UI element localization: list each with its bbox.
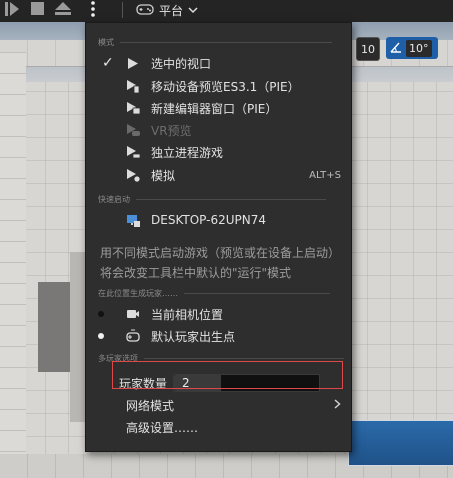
section-multiplayer-label: 多玩家选项	[98, 354, 138, 363]
shortcut-label: ALT+S	[309, 169, 341, 181]
stop-icon	[30, 2, 44, 18]
section-header-mode: 模式	[98, 37, 332, 48]
play-mode-description: 用不同模式启动游戏（预览或在设备上启动）将会改变工具栏中默认的"运行"模式	[100, 246, 341, 280]
platform-label: 平台	[159, 3, 184, 18]
eject-icon	[55, 1, 71, 19]
more-vertical-icon	[91, 0, 95, 20]
grid-snap-value[interactable]: 10	[356, 37, 380, 61]
menu-item-spawn-camera[interactable]: 当前相机位置	[86, 303, 351, 325]
section-spawn-label: 在此位置生成玩家……	[98, 289, 178, 298]
menu-item-label: 当前相机位置	[151, 307, 224, 322]
viewport-blue-block	[348, 420, 453, 466]
menu-item-device-desktop[interactable]: DESKTOP-62UPN74	[86, 209, 351, 231]
monitor-icon	[126, 213, 140, 227]
menu-item-label: 默认玩家出生点	[151, 329, 236, 344]
player-start-icon	[126, 329, 140, 343]
eject-button[interactable]	[52, 0, 74, 20]
main-toolbar: 平台	[0, 0, 453, 22]
play-button[interactable]	[0, 0, 24, 20]
section-divider	[184, 293, 330, 294]
menu-item-spawn-player-start[interactable]: 默认玩家出生点	[86, 325, 351, 347]
section-divider	[144, 358, 344, 359]
player-count-row: 玩家数量 2	[119, 373, 337, 393]
chevron-right-icon	[334, 398, 341, 413]
standalone-game-icon	[126, 145, 140, 159]
vr-icon	[126, 123, 140, 137]
stop-button[interactable]	[28, 0, 46, 20]
chevron-down-icon	[188, 3, 198, 17]
menu-item-mobile-preview[interactable]: 移动设备预览ES3.1（PIE）	[86, 75, 351, 97]
angle-icon	[390, 41, 402, 56]
grid-snap-value-text: 10	[361, 42, 375, 56]
menu-item-network-mode[interactable]: 网络模式	[86, 394, 351, 416]
menu-item-label: 选中的视口	[151, 56, 212, 71]
viewport-wall-left	[0, 52, 26, 472]
menu-item-new-editor-window[interactable]: 新建编辑器窗口（PIE）	[86, 97, 351, 119]
player-count-label: 玩家数量	[119, 376, 168, 391]
section-divider	[136, 199, 326, 200]
new-window-icon	[126, 101, 140, 115]
menu-item-label: 高级设置……	[126, 420, 199, 435]
simulate-icon	[126, 168, 140, 182]
platform-button[interactable]: 平台	[136, 0, 206, 20]
mobile-preview-icon	[126, 79, 140, 93]
section-mode-label: 模式	[98, 38, 114, 47]
rotation-snap-button[interactable]: 10°	[386, 37, 438, 59]
section-quick-label: 快速启动	[98, 195, 130, 204]
radio-unselected-icon	[98, 311, 104, 317]
rotation-snap-value: 10°	[406, 39, 432, 57]
section-header-quick-launch: 快速启动	[98, 194, 326, 205]
play-options-button[interactable]	[84, 0, 102, 20]
menu-item-standalone-game[interactable]: 独立进程游戏	[86, 141, 351, 163]
menu-item-vr-preview[interactable]: VR预览	[86, 119, 351, 141]
play-icon	[126, 56, 140, 70]
section-divider	[120, 42, 332, 43]
menu-item-label: DESKTOP-62UPN74	[151, 213, 266, 227]
menu-item-label: 模拟	[151, 168, 176, 183]
menu-item-label: 网络模式	[126, 398, 175, 413]
checkmark-icon: ✓	[102, 55, 114, 71]
play-icon	[5, 1, 19, 20]
menu-item-label: 移动设备预览ES3.1（PIE）	[151, 79, 300, 94]
menu-item-label: 独立进程游戏	[151, 145, 224, 160]
menu-item-advanced-settings[interactable]: 高级设置……	[86, 416, 351, 438]
section-header-spawn: 在此位置生成玩家……	[98, 288, 330, 299]
menu-item-simulate[interactable]: 模拟 ALT+S	[86, 164, 351, 186]
menu-item-label: 新建编辑器窗口（PIE）	[151, 101, 278, 116]
player-count-input[interactable]: 2	[173, 374, 321, 392]
radio-selected-icon	[98, 333, 104, 339]
gamepad-icon	[136, 2, 154, 19]
section-header-multiplayer: 多玩家选项	[98, 353, 344, 364]
play-mode-menu: 模式 ✓ 选中的视口 移动设备预览ES3.1（PIE） 新建编辑器窗口（PIE）…	[85, 22, 352, 452]
toolbar-divider	[122, 2, 123, 18]
camera-icon	[126, 307, 140, 321]
menu-item-selected-viewport[interactable]: ✓ 选中的视口	[86, 52, 351, 74]
viewport-pillar	[38, 282, 70, 372]
menu-item-label: VR预览	[151, 123, 192, 138]
player-count-value: 2	[182, 376, 190, 390]
